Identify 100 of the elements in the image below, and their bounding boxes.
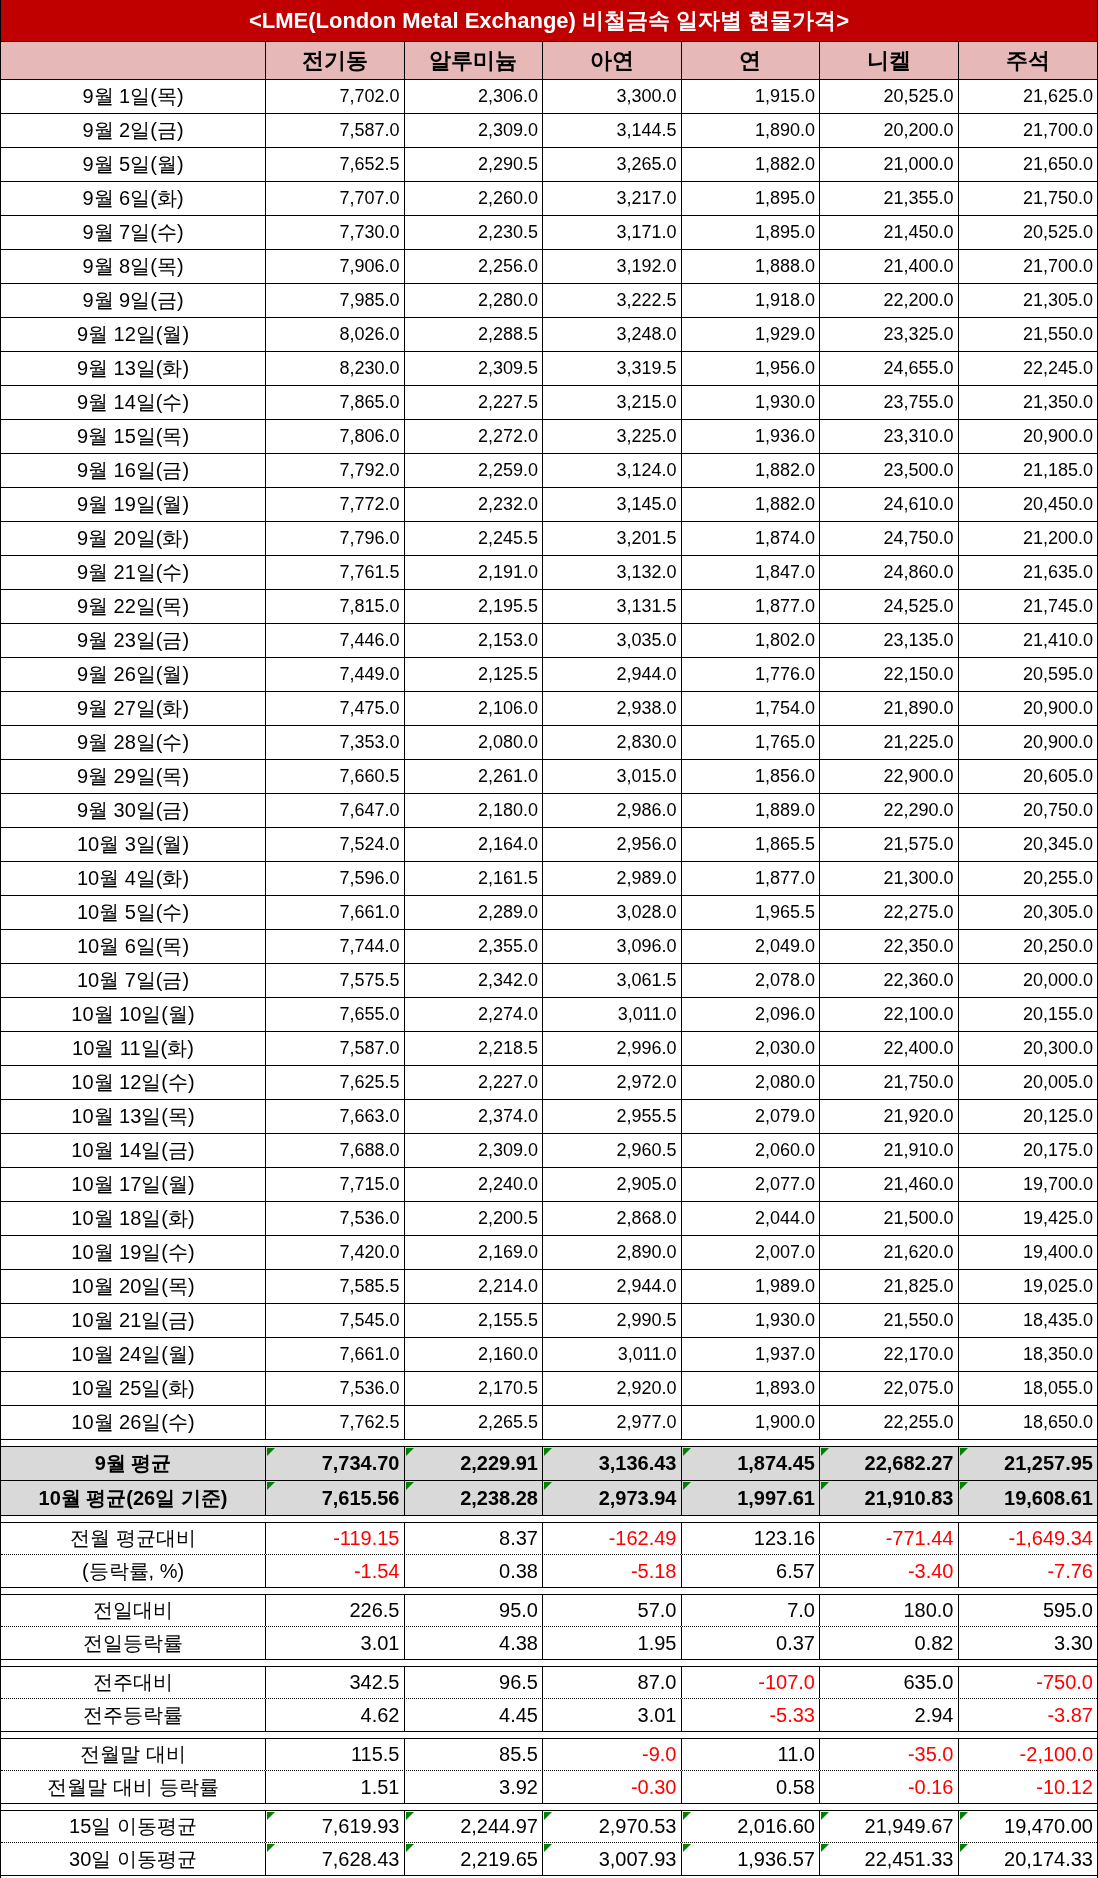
row-label: 전일대비 (1, 1595, 266, 1626)
date-cell: 9월 1일(목) (1, 80, 266, 113)
table-cell: 95.0 (404, 1595, 543, 1626)
table-cell: 23,500.0 (820, 454, 959, 487)
column-header: 니켈 (820, 42, 959, 79)
table-cell: 21,910.0 (820, 1134, 959, 1167)
date-cell: 10월 13일(목) (1, 1100, 266, 1133)
table-cell: 2,219.65 (404, 1843, 543, 1875)
table-cell-text: 20,345.0 (1021, 833, 1094, 856)
sheet-title: <LME(London Metal Exchange) 비철금속 일자별 현물가격> (1, 0, 1097, 42)
table-cell: 2,289.0 (404, 896, 543, 929)
table-cell-text: 20,125.0 (1021, 1105, 1094, 1128)
table-cell: 2,079.0 (681, 1100, 820, 1133)
table-cell: 180.0 (820, 1595, 959, 1626)
table-cell: 2,309.0 (404, 114, 543, 147)
date-cell: 10월 7일(금) (1, 964, 266, 997)
table-cell: 21,460.0 (820, 1168, 959, 1201)
table-cell: 2,155.5 (404, 1304, 543, 1337)
row-label: 전월 평균대비 (1, 1523, 266, 1554)
table-cell: 3,217.0 (543, 182, 682, 215)
table-cell: 3,201.5 (543, 522, 682, 555)
table-cell: 3.01 (266, 1627, 405, 1659)
row-label: (등락률, %) (1, 1555, 266, 1587)
table-cell: 22,350.0 (820, 930, 959, 963)
table-cell: 24,655.0 (820, 352, 959, 385)
table-cell: 19,608.61 (958, 1481, 1097, 1515)
table-cell: 7,536.0 (266, 1372, 405, 1405)
table-cell: 1,997.61 (681, 1481, 820, 1515)
table-cell-text: 21,750.0 (1021, 187, 1094, 210)
table-cell: 2,259.0 (404, 454, 543, 487)
table-cell: 7,475.0 (266, 692, 405, 725)
table-cell-text: 3.30 (1053, 1630, 1094, 1656)
table-cell: 7,792.0 (266, 454, 405, 487)
table-cell: 7,660.5 (266, 760, 405, 793)
table-cell: 20,200.0 (820, 114, 959, 147)
date-cell: 10월 20일(목) (1, 1270, 266, 1303)
table-cell: 1,874.0 (681, 522, 820, 555)
table-cell: 7,730.0 (266, 216, 405, 249)
table-cell: 7,865.0 (266, 386, 405, 419)
table-cell-text: 20,250.0 (1021, 935, 1094, 958)
table-cell-text: 21,700.0 (1021, 255, 1094, 278)
table-cell: 23,310.0 (820, 420, 959, 453)
table-cell: 22,075.0 (820, 1372, 959, 1405)
date-cell: 9월 6일(화) (1, 182, 266, 215)
table-cell: 7,796.0 (266, 522, 405, 555)
table-cell: 22,170.0 (820, 1338, 959, 1371)
table-cell: 7,688.0 (266, 1134, 405, 1167)
table-cell: 2,016.60 (681, 1811, 820, 1842)
table-cell: 7,536.0 (266, 1202, 405, 1235)
table-cell: 7,707.0 (266, 182, 405, 215)
row-label: 전월말 대비 (1, 1739, 266, 1770)
table-cell-text: 20,525.0 (1021, 221, 1094, 244)
table-cell: 7,647.0 (266, 794, 405, 827)
table-cell: 22,100.0 (820, 998, 959, 1031)
table-cell: 1,930.0 (681, 1304, 820, 1337)
table-cell: 2,868.0 (543, 1202, 682, 1235)
table-cell-text: 18,650.0 (1021, 1411, 1094, 1434)
table-cell: 2,290.5 (404, 148, 543, 181)
table-cell: 7,772.0 (266, 488, 405, 521)
table-cell: 3,265.0 (543, 148, 682, 181)
table-cell: 2,956.0 (543, 828, 682, 861)
table-cell: 2,970.53 (543, 1811, 682, 1842)
table-cell: 1,929.0 (681, 318, 820, 351)
table-cell: 2,080.0 (681, 1066, 820, 1099)
table-cell: 7,353.0 (266, 726, 405, 759)
table-cell-text: 21,200.0 (1021, 527, 1094, 550)
table-cell: 1,918.0 (681, 284, 820, 317)
table-cell: 1,874.45 (681, 1447, 820, 1480)
row-label: 9월 평균 (1, 1447, 266, 1480)
table-cell: 2,096.0 (681, 998, 820, 1031)
table-cell: 2,200.5 (404, 1202, 543, 1235)
table-cell: 2,996.0 (543, 1032, 682, 1065)
row-label: 전월말 대비 등락률 (1, 1771, 266, 1803)
table-cell-text: 20,900.0 (1021, 425, 1094, 448)
table-cell: 2,960.5 (543, 1134, 682, 1167)
table-cell: 24,610.0 (820, 488, 959, 521)
table-cell: 21,620.0 (820, 1236, 959, 1269)
table-cell: 1,877.0 (681, 862, 820, 895)
table-cell: 2,229.91 (404, 1447, 543, 1480)
table-cell-text: 21,700.0 (1021, 119, 1094, 142)
table-cell: 7,663.0 (266, 1100, 405, 1133)
date-cell: 10월 5일(수) (1, 896, 266, 929)
column-header: 아연 (543, 42, 682, 79)
table-cell-text: 21,550.0 (1021, 323, 1094, 346)
table-cell: 7,815.0 (266, 590, 405, 623)
table-cell: 2,164.0 (404, 828, 543, 861)
table-cell-text: 21,305.0 (1021, 289, 1094, 312)
table-cell: 20,525.0 (820, 80, 959, 113)
table-cell: 2,260.0 (404, 182, 543, 215)
table-cell-text: 18,435.0 (1021, 1309, 1094, 1332)
table-cell: 21,225.0 (820, 726, 959, 759)
table-cell-text: -10.12 (1035, 1774, 1094, 1800)
table-cell: -107.0 (681, 1667, 820, 1698)
table-cell: 7,575.5 (266, 964, 405, 997)
table-cell: 2,977.0 (543, 1406, 682, 1439)
table-cell: 2,125.5 (404, 658, 543, 691)
column-header: 전기동 (266, 42, 405, 79)
table-cell: 22,400.0 (820, 1032, 959, 1065)
date-cell: 9월 15일(목) (1, 420, 266, 453)
table-cell: 1,936.57 (681, 1843, 820, 1875)
